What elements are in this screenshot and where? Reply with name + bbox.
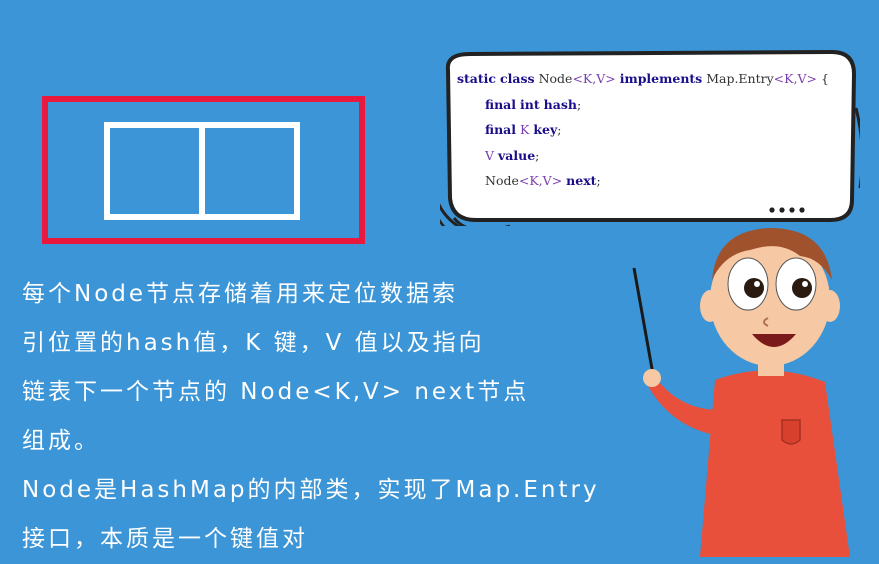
description-text: 每个Node节点存储着用来定位数据索 引位置的hash值，K 键，V 值以及指向… [22,270,600,564]
code-type: K [520,122,530,137]
code-snippet: static class Node<K,V> implements Map.En… [457,66,847,194]
shirt [700,370,850,557]
code-line-5: Node<K,V> next; [457,168,847,194]
code-interface: Map.Entry [706,71,774,86]
code-generic: <K,V> [773,71,817,86]
teacher-cartoon [632,228,850,557]
code-keyword: final [485,122,517,137]
code-type: V [485,147,495,163]
code-line-4: V value; [457,143,847,169]
hand [643,369,661,387]
description-line: 每个Node节点存储着用来定位数据索 [22,281,459,307]
code-semicolon: ; [535,147,540,163]
code-semicolon: ; [596,173,601,188]
code-line-1: static class Node<K,V> implements Map.En… [457,66,847,92]
code-keyword: implements [619,71,703,86]
description-line: 组成。 [22,428,100,454]
pointer-stick [632,267,656,381]
code-line-2: final int hash; [457,92,847,118]
description-line: 链表下一个节点的 Node<K,V> next节点 [22,379,530,405]
description-line: Node是HashMap的内部类，实现了Map.Entry [22,477,600,503]
code-field: next [566,173,597,188]
code-keyword: static [457,71,497,86]
code-keyword: final [485,96,517,112]
code-keyword: class [500,71,535,86]
code-line-3: final K key; [457,117,847,143]
code-classname: Node [485,173,519,188]
code-field: hash [543,96,577,112]
code-semicolon: ; [576,96,582,112]
code-semicolon: ; [557,122,562,137]
code-field: value [498,147,536,163]
code-field: key [533,122,558,137]
code-classname: Node [538,71,573,86]
arm [648,378,720,436]
description-line: 引位置的hash值，K 键，V 值以及指向 [22,330,485,356]
code-generic: <K,V> [518,173,563,188]
code-keyword: int [520,96,540,112]
code-brace: { [820,71,829,86]
node-cell-divider [199,122,205,220]
code-generic: <K,V> [572,71,616,86]
